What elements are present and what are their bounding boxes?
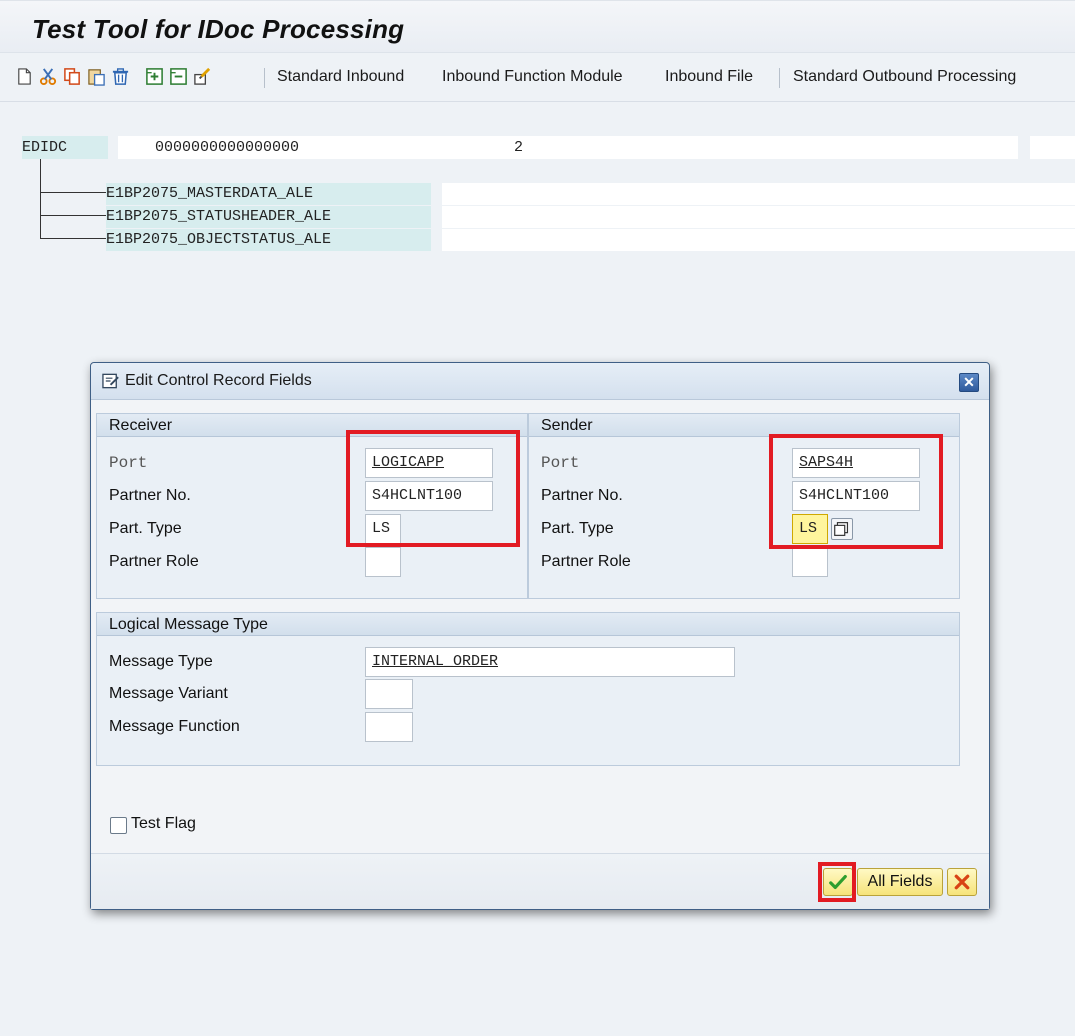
all-fields-button[interactable]: All Fields xyxy=(857,868,943,896)
expand-icon[interactable] xyxy=(144,65,164,87)
edit-form-icon xyxy=(102,373,119,389)
collapse-icon[interactable] xyxy=(168,65,188,87)
page-title: Test Tool for IDoc Processing xyxy=(32,14,405,44)
control-record-segment[interactable]: EDIDC xyxy=(22,136,108,159)
paste-icon[interactable] xyxy=(86,65,106,87)
test-flag-label: Test Flag xyxy=(131,815,196,832)
control-record-count: 2 xyxy=(514,139,524,156)
tree-branch xyxy=(40,192,106,193)
message-function-label: Message Function xyxy=(109,718,240,735)
copy-icon[interactable] xyxy=(62,65,82,87)
cut-icon[interactable] xyxy=(38,65,58,87)
receiver-partner-no-label: Partner No. xyxy=(109,487,191,504)
sender-part-type-label: Part. Type xyxy=(541,520,614,537)
sender-port-label: Port xyxy=(541,454,580,472)
message-type-header: Logical Message Type xyxy=(97,613,959,636)
control-record-number: 0000000000000000 xyxy=(155,139,300,156)
new-document-icon[interactable] xyxy=(14,65,34,87)
tree-segment-masterdata[interactable]: E1BP2075_MASTERDATA_ALE xyxy=(106,183,431,205)
dialog-title: Edit Control Record Fields xyxy=(125,372,312,389)
tree-connector xyxy=(40,159,41,239)
receiver-highlight-box xyxy=(346,430,520,547)
standard-outbound-processing-button[interactable]: Standard Outbound Processing xyxy=(793,68,1016,86)
tree-segment-statusheader[interactable]: E1BP2075_STATUSHEADER_ALE xyxy=(106,206,431,228)
message-variant-input[interactable] xyxy=(365,679,413,709)
dialog-title-bar: Edit Control Record Fields ✕ xyxy=(91,363,989,400)
inbound-function-module-button[interactable]: Inbound Function Module xyxy=(442,68,623,86)
tree-branch xyxy=(40,238,106,239)
delete-icon[interactable] xyxy=(110,65,130,87)
receiver-part-type-label: Part. Type xyxy=(109,520,182,537)
sender-partner-role-label: Partner Role xyxy=(541,553,631,570)
application-toolbar: Standard Inbound Inbound Function Module… xyxy=(0,52,1075,102)
standard-inbound-button[interactable]: Standard Inbound xyxy=(277,68,404,86)
cancel-button[interactable] xyxy=(947,868,977,896)
toolbar-icon-group xyxy=(14,65,212,87)
message-type-group: Logical Message Type Message Type INTERN… xyxy=(96,612,960,766)
sender-partner-no-label: Partner No. xyxy=(541,487,623,504)
message-type-label: Message Type xyxy=(109,653,213,670)
confirm-highlight-box xyxy=(818,862,856,902)
sender-partner-role-input[interactable] xyxy=(792,547,828,577)
tree-branch xyxy=(40,215,106,216)
message-variant-label: Message Variant xyxy=(109,685,228,702)
change-icon[interactable] xyxy=(192,65,212,87)
receiver-partner-role-input[interactable] xyxy=(365,547,401,577)
control-record-field-extra[interactable] xyxy=(1030,136,1075,159)
message-function-input[interactable] xyxy=(365,712,413,742)
receiver-partner-role-label: Partner Role xyxy=(109,553,199,570)
close-icon[interactable]: ✕ xyxy=(959,373,979,392)
tree-segment-objectstatus[interactable]: E1BP2075_OBJECTSTATUS_ALE xyxy=(106,229,431,251)
sender-highlight-box xyxy=(769,434,943,549)
toolbar-separator xyxy=(779,68,780,88)
segment-data-field[interactable] xyxy=(442,183,1075,205)
receiver-port-label: Port xyxy=(109,454,148,472)
test-flag-checkbox[interactable] xyxy=(110,817,127,834)
toolbar-separator xyxy=(264,68,265,88)
segment-data-field[interactable] xyxy=(442,206,1075,228)
segment-data-field[interactable] xyxy=(442,229,1075,251)
cancel-x-icon xyxy=(954,874,970,890)
message-type-input[interactable]: INTERNAL_ORDER xyxy=(365,647,735,677)
inbound-file-button[interactable]: Inbound File xyxy=(665,68,753,86)
title-bar: Test Tool for IDoc Processing xyxy=(0,0,1075,52)
